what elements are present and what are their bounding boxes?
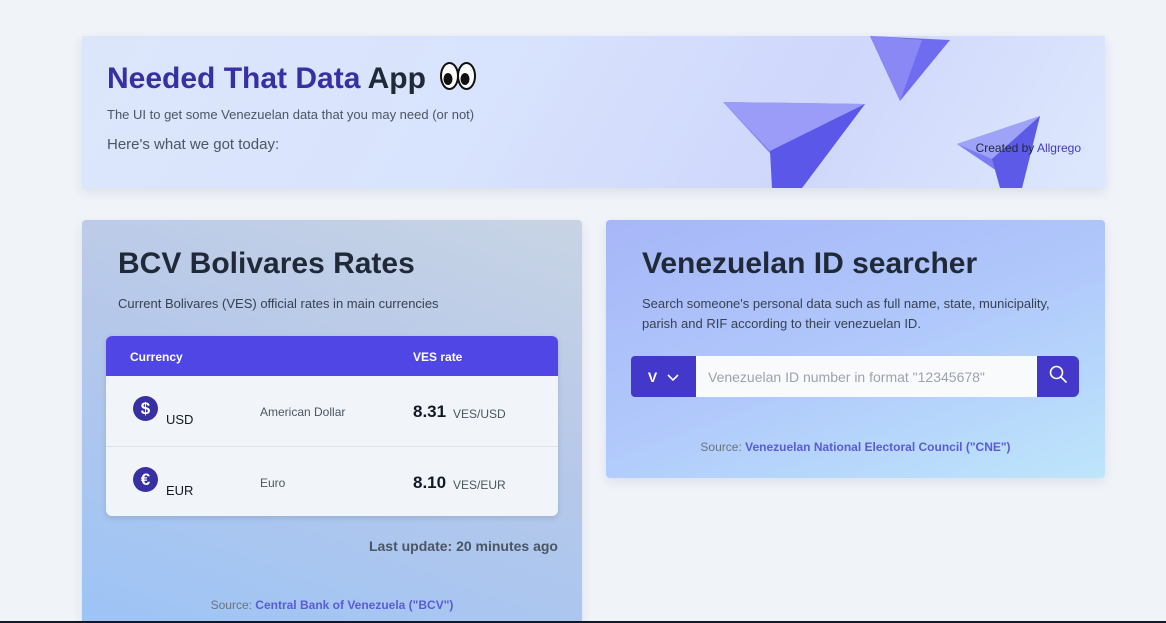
id-prefix-dropdown[interactable]: V [631,356,696,397]
rate-unit: VES/USD [453,407,506,421]
search-button[interactable] [1037,356,1079,397]
id-searcher-card: Venezuelan ID searcher Search someone's … [606,220,1105,478]
app-title: Needed That Data App [107,61,477,99]
bcv-source: Source: Central Bank of Venezuela ("BCV"… [82,598,582,612]
rates-table: Currency VES rate $ USD American Dollar … [106,336,558,516]
cne-source: Source: Venezuelan National Electoral Co… [606,440,1105,454]
table-row: € EUR Euro 8.10 VES/EUR [106,446,558,516]
app-title-plain: App [367,62,426,95]
paper-planes-illustration [723,36,1040,188]
id-card-title: Venezuelan ID searcher [642,247,978,280]
id-number-input[interactable] [696,356,1037,397]
source-prefix: Source: [210,598,252,612]
app-title-accent: Needed That Data [107,62,361,95]
credit-prefix: Created by [975,141,1035,155]
today-heading: Here's what we got today: [107,136,280,153]
currency-name: American Dollar [260,405,346,419]
currency-code: USD [166,412,194,427]
rate-value: 8.10 [413,473,447,492]
id-prefix-value: V [647,368,658,385]
table-row: $ USD American Dollar 8.31 VES/USD [106,376,558,446]
author-link[interactable]: Allgrego [1037,141,1081,155]
search-icon [1048,364,1068,389]
bcv-card-title: BCV Bolivares Rates [118,247,415,280]
id-search-bar: V [631,356,1079,397]
rate-unit: VES/EUR [453,478,506,492]
dollar-icon: $ [133,396,158,421]
app-subtitle: The UI to get some Venezuelan data that … [107,107,475,122]
rate-value: 8.31 [413,402,447,421]
currency-name: Euro [260,476,286,490]
currency-code: EUR [166,483,194,498]
header-banner: Needed That Data App The UI to get some … [82,36,1105,188]
cne-source-link[interactable]: Venezuelan National Electoral Council ("… [745,440,1010,454]
eyes-icon [440,61,477,99]
column-header-currency: Currency [130,350,183,364]
bcv-rates-card: BCV Bolivares Rates Current Bolivares (V… [82,220,582,623]
id-card-description: Search someone's personal data such as f… [642,296,1050,331]
bcv-card-description: Current Bolivares (VES) official rates i… [118,296,439,311]
chevron-down-icon [667,369,679,385]
source-prefix: Source: [700,440,742,454]
rates-table-header: Currency VES rate [106,336,558,376]
bcv-source-link[interactable]: Central Bank of Venezuela ("BCV") [255,598,453,612]
credit-line: Created by Allgrego [976,141,1081,155]
column-header-ves-rate: VES rate [413,350,463,364]
euro-icon: € [133,467,158,492]
last-update-text: Last update: 20 minutes ago [368,538,558,554]
